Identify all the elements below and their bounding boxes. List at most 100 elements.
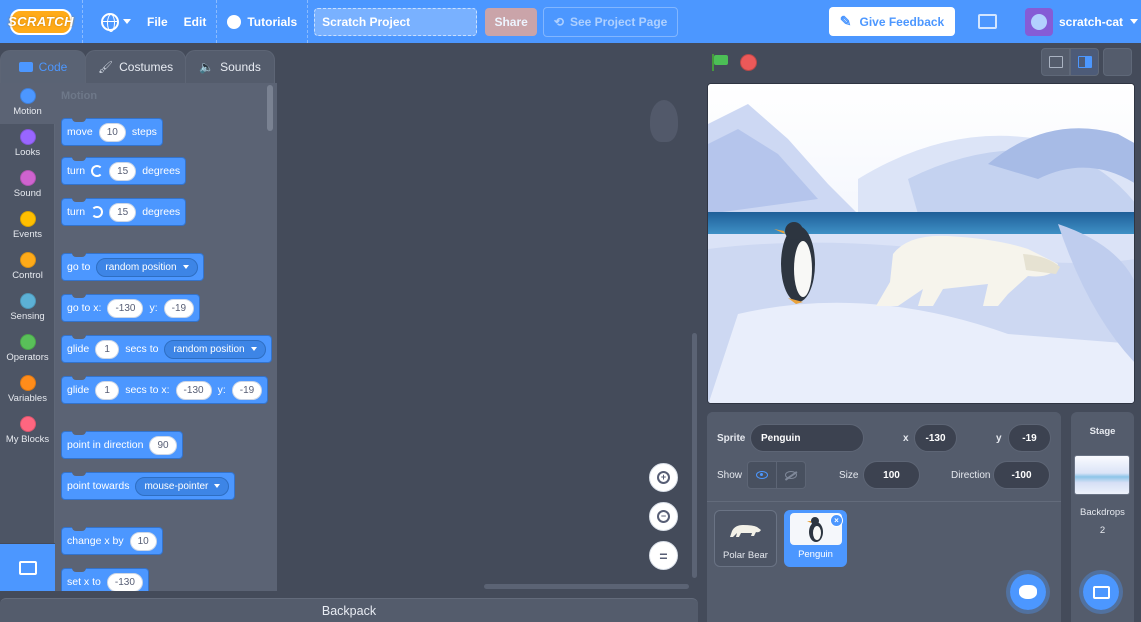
block-number-input[interactable]: -19 <box>231 380 263 400</box>
category-looks[interactable]: Looks <box>0 124 55 165</box>
vertical-scrollbar[interactable] <box>692 333 697 578</box>
scratch-logo[interactable]: SCRATCH <box>8 8 74 35</box>
block-turn-right[interactable]: turn 15 degrees <box>61 157 187 185</box>
block-number-input[interactable]: -19 <box>163 298 195 318</box>
stage-canvas[interactable] <box>707 83 1135 404</box>
tab-sounds[interactable]: 🔈 Sounds <box>185 50 275 83</box>
show-sprite-button[interactable] <box>747 461 777 489</box>
size-field[interactable]: 100 <box>863 461 920 489</box>
block-glide-to[interactable]: glide 1 secs to random position <box>61 335 272 363</box>
share-button[interactable]: Share <box>485 7 538 36</box>
hide-sprite-button[interactable] <box>776 461 806 489</box>
project-title-input[interactable] <box>314 7 478 36</box>
choose-sprite-button[interactable] <box>1006 570 1050 614</box>
palette-scrollbar[interactable] <box>267 85 273 131</box>
see-project-page-button[interactable]: ⟲ See Project Page <box>543 6 679 37</box>
chevron-down-icon <box>123 19 131 24</box>
y-label: y <box>996 433 1002 444</box>
block-move-steps[interactable]: move 10 steps <box>61 118 163 146</box>
sprite-tile-penguin[interactable]: Penguin × <box>784 510 847 567</box>
give-feedback-label: Give Feedback <box>859 14 945 29</box>
tab-code-label: Code <box>38 60 68 74</box>
edit-menu[interactable]: Edit <box>176 0 215 43</box>
block-categories: Motion Looks Sound Events Control Sensin… <box>0 83 55 543</box>
category-control[interactable]: Control <box>0 247 55 288</box>
block-go-to[interactable]: go to random position <box>61 253 204 281</box>
sprite-name-field[interactable]: Penguin <box>750 424 864 452</box>
tutorials-menu[interactable]: Tutorials <box>219 0 305 43</box>
normal-stage-button[interactable] <box>1070 48 1099 76</box>
block-number-input[interactable]: -130 <box>175 380 212 400</box>
polar-bear-thumbnail <box>720 514 772 546</box>
block-text: go to x: <box>67 302 102 314</box>
category-variables[interactable]: Variables <box>0 370 55 411</box>
block-number-input[interactable]: 10 <box>98 122 126 142</box>
category-events[interactable]: Events <box>0 206 55 247</box>
chevron-down-icon <box>250 347 257 351</box>
events-dot-icon <box>19 211 36 227</box>
block-point-in-direction[interactable]: point in direction 90 <box>61 431 183 459</box>
block-dropdown[interactable]: random position <box>164 339 266 359</box>
x-position-field[interactable]: -130 <box>914 424 957 452</box>
lightbulb-icon <box>227 14 242 29</box>
block-text: degrees <box>142 206 181 218</box>
block-number-input[interactable]: 1 <box>95 380 120 400</box>
block-number-input[interactable]: 15 <box>109 161 137 181</box>
zoom-out-button[interactable]: − <box>649 502 678 531</box>
category-operators[interactable]: Operators <box>0 329 55 370</box>
script-area[interactable]: + − = <box>278 83 698 591</box>
category-label: Sensing <box>10 311 45 322</box>
category-motion[interactable]: Motion <box>0 83 55 124</box>
block-point-towards[interactable]: point towards mouse-pointer <box>61 472 236 500</box>
show-label: Show <box>717 470 743 481</box>
stage-selector[interactable]: Stage Backdrops 2 <box>1071 412 1134 622</box>
pencil-icon: ✎ <box>839 13 852 29</box>
zoom-reset-icon: = <box>659 547 668 564</box>
direction-field[interactable]: -100 <box>993 461 1050 489</box>
block-dropdown[interactable]: mouse-pointer <box>135 476 230 496</box>
zoom-in-button[interactable]: + <box>649 463 678 492</box>
account-menu[interactable]: scratch-cat <box>1025 7 1139 36</box>
block-number-input[interactable]: 90 <box>149 435 177 455</box>
language-menu[interactable] <box>93 0 139 43</box>
block-glide-to-xy[interactable]: glide 1 secs to x: -130 y: -19 <box>61 376 269 404</box>
add-extension-button[interactable] <box>0 544 55 591</box>
horizontal-scrollbar[interactable] <box>484 584 689 589</box>
sprite-tile-label: Penguin <box>798 549 833 560</box>
block-dropdown[interactable]: random position <box>96 257 198 277</box>
block-number-input[interactable]: 10 <box>129 531 157 551</box>
block-change-x[interactable]: change x by 10 <box>61 527 163 555</box>
tab-costumes[interactable]: 🖌 Costumes <box>85 50 186 83</box>
my-blocks-dot-icon <box>19 416 36 432</box>
block-text: y: <box>217 384 226 396</box>
tab-code[interactable]: Code <box>0 50 86 83</box>
green-flag-icon[interactable] <box>712 54 729 71</box>
block-number-input[interactable]: 1 <box>95 339 120 359</box>
choose-backdrop-button[interactable] <box>1079 570 1123 614</box>
sprite-tile-polar-bear[interactable]: Polar Bear <box>714 510 777 567</box>
block-turn-left[interactable]: turn 15 degrees <box>61 198 187 226</box>
folder-icon[interactable] <box>978 14 997 29</box>
block-go-to-xy[interactable]: go to x: -130 y: -19 <box>61 294 201 322</box>
variables-dot-icon <box>19 375 36 391</box>
category-sensing[interactable]: Sensing <box>0 288 55 329</box>
block-text: steps <box>131 126 157 138</box>
block-number-input[interactable]: -130 <box>107 298 144 318</box>
stop-icon[interactable] <box>740 54 757 71</box>
block-number-input[interactable]: 15 <box>109 202 137 222</box>
extension-icon <box>18 560 37 575</box>
zoom-reset-button[interactable]: = <box>649 541 678 570</box>
file-menu[interactable]: File <box>139 0 176 43</box>
sound-dot-icon <box>19 170 36 186</box>
category-my-blocks[interactable]: My Blocks <box>0 411 55 452</box>
block-number-input[interactable]: -130 <box>106 572 143 591</box>
small-stage-button[interactable] <box>1041 48 1070 76</box>
delete-sprite-icon[interactable]: × <box>830 514 843 527</box>
y-position-field[interactable]: -19 <box>1008 424 1051 452</box>
category-sound[interactable]: Sound <box>0 165 55 206</box>
fullscreen-button[interactable] <box>1103 48 1132 76</box>
give-feedback-button[interactable]: ✎ Give Feedback <box>829 7 955 36</box>
polar-bear-icon <box>729 525 761 537</box>
block-set-x[interactable]: set x to -130 <box>61 568 149 591</box>
backpack[interactable]: Backpack <box>0 598 698 622</box>
